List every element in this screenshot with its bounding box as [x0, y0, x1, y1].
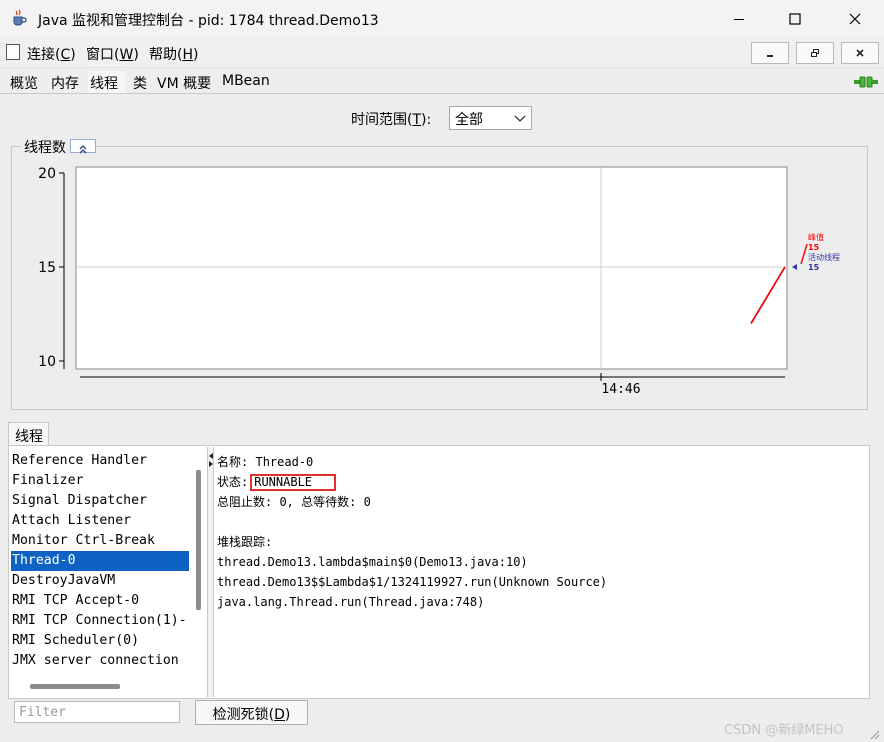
- thread-list-item[interactable]: Reference Handler: [11, 451, 189, 471]
- legend-peak-label: 峰值: [808, 232, 824, 242]
- thread-list[interactable]: Reference Handler Finalizer Signal Dispatc…: [11, 451, 189, 677]
- thread-list-item[interactable]: Monitor Ctrl-Break: [11, 531, 189, 551]
- legend-live-value: 15: [808, 263, 820, 272]
- stack-frame: java.lang.Thread.run(Thread.java:748): [217, 595, 485, 609]
- resize-grip-icon[interactable]: [868, 728, 880, 740]
- thread-list-item[interactable]: RMI Scheduler(0): [11, 631, 189, 651]
- y-tick-label: 20: [38, 166, 56, 182]
- x-tick-label: 14:46: [601, 382, 640, 397]
- plot-area: [75, 166, 788, 370]
- thread-list-item[interactable]: JMX server connection: [11, 651, 189, 671]
- y-tick-label: 10: [38, 354, 56, 370]
- divider-arrows-icon[interactable]: [209, 453, 214, 467]
- thread-list-item[interactable]: RMI TCP Connection(1)-: [11, 611, 189, 631]
- watermark: CSDN @新绿MEHO: [724, 723, 844, 738]
- split-pane-divider[interactable]: [207, 447, 214, 697]
- horizontal-scroll-thumb[interactable]: [30, 684, 120, 689]
- state-label: 状态:: [217, 475, 249, 489]
- stack-frame: thread.Demo13.lambda$main$0(Demo13.java:…: [217, 555, 528, 569]
- thread-state-line: 状态: RUNNABLE: [217, 472, 862, 492]
- thread-count-chart: 20151014:46 峰值15活动线程15: [38, 166, 840, 397]
- state-value: RUNNABLE: [250, 474, 337, 491]
- detect-deadlock-button[interactable]: 检测死锁(D): [195, 700, 308, 725]
- thread-list-item[interactable]: DestroyJavaVM: [11, 571, 189, 591]
- live-pointer: [792, 264, 797, 270]
- y-tick-label: 15: [38, 260, 56, 276]
- vertical-scroll-thumb[interactable]: [196, 470, 201, 610]
- stack-trace-label: 堆栈跟踪:: [217, 535, 273, 549]
- thread-detail: 名称: Thread-0 状态: RUNNABLE 总阻止数: 0, 总等待数: …: [217, 452, 862, 692]
- thread-list-item[interactable]: Signal Dispatcher: [11, 491, 189, 511]
- name-value: Thread-0: [255, 455, 314, 469]
- thread-list-item[interactable]: Finalizer: [11, 471, 189, 491]
- legend-live-label: 活动线程: [808, 252, 840, 262]
- thread-name-line: 名称: Thread-0: [217, 452, 862, 472]
- detect-deadlock-mnemonic: D: [274, 707, 285, 723]
- detect-deadlock-label: 检测死锁(: [212, 707, 275, 723]
- thread-list-item[interactable]: Attach Listener: [11, 511, 189, 531]
- legend-peak-value: 15: [808, 243, 820, 252]
- stack-frame: thread.Demo13$$Lambda$1/1324119927.run(U…: [217, 575, 608, 589]
- name-label: 名称:: [217, 455, 249, 469]
- peak-pointer: [800, 243, 808, 265]
- thread-filter-input[interactable]: [14, 701, 180, 723]
- detect-deadlock-suffix: ): [284, 707, 291, 723]
- thread-counts-line: 总阻止数: 0, 总等待数: 0: [217, 495, 371, 509]
- thread-list-item[interactable]: Thread-0: [11, 551, 189, 571]
- threads-subtab[interactable]: 线程: [8, 422, 49, 446]
- thread-list-item[interactable]: RMI TCP Accept-0: [11, 591, 189, 611]
